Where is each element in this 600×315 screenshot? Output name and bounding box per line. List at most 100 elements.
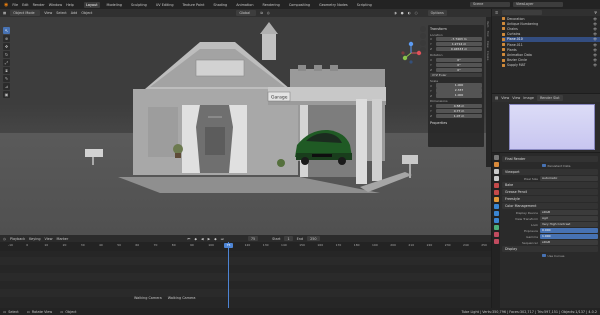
editor-type-icon[interactable]: ▦	[3, 11, 6, 15]
pixel-size-dropdown[interactable]: Automatic	[540, 176, 598, 181]
constraints-props-icon[interactable]	[493, 225, 499, 230]
rotation-z[interactable]: Z 0°	[430, 67, 482, 72]
final-render-panel[interactable]: Final Render	[502, 156, 598, 162]
tab-item[interactable]: Item	[486, 21, 490, 27]
snap-icon[interactable]: ⧉	[260, 11, 262, 15]
dimensions-y[interactable]: Y 0.77 m	[430, 108, 482, 114]
overlay-icon[interactable]: ◑	[394, 11, 397, 15]
outliner-editor-icon[interactable]: ☰	[495, 11, 498, 15]
rotation-mode-dropdown[interactable]: XYZ Euler	[430, 72, 482, 78]
add-menu[interactable]: Add	[71, 11, 78, 15]
scale-tool-icon[interactable]: ⤢	[3, 59, 10, 66]
playhead-frame[interactable]: 75	[224, 243, 233, 248]
rotation-y[interactable]: Y 0°	[430, 62, 482, 67]
view-layer-field[interactable]: ViewLayer	[513, 1, 563, 7]
jump-start-icon[interactable]: ⏮	[187, 237, 190, 241]
use-curves-checkbox[interactable]	[542, 253, 546, 258]
tab-compositing[interactable]: Compositing	[287, 2, 312, 8]
transform-header[interactable]: Transform	[430, 27, 482, 31]
outliner-item[interactable]: Supply MAT 👁	[502, 63, 600, 68]
visibility-eye-icon[interactable]: 👁	[593, 63, 597, 67]
dimensions-z-value[interactable]: 1.07 m	[436, 113, 482, 119]
object-menu[interactable]: Object	[81, 11, 92, 15]
scale-x[interactable]: X 1.000	[430, 83, 482, 88]
timeline-body[interactable]	[0, 251, 491, 308]
select-tool-icon[interactable]: ↖	[3, 27, 10, 34]
playhead[interactable]	[228, 242, 229, 308]
modifier-props-icon[interactable]	[493, 204, 499, 209]
marker-menu[interactable]: Marker	[57, 237, 69, 241]
scale-y-value[interactable]: 2.337	[436, 88, 482, 93]
freestyle-panel[interactable]: Freestyle	[502, 196, 598, 202]
location-z-value[interactable]: 0.94533 m	[436, 47, 482, 52]
material-props-icon[interactable]	[493, 232, 499, 237]
visibility-eye-icon[interactable]: 👁	[593, 17, 597, 21]
persistent-data-checkbox[interactable]	[542, 163, 546, 168]
outliner-search[interactable]	[502, 9, 543, 16]
zoom-icon[interactable]	[420, 26, 426, 32]
object-props-icon[interactable]	[493, 197, 499, 202]
scene-props-icon[interactable]	[493, 183, 499, 188]
tab-shading[interactable]: Shading	[211, 2, 229, 8]
scene-field[interactable]: Scene	[470, 1, 510, 7]
rotation-z-value[interactable]: 0°	[436, 67, 482, 72]
rotation-x-value[interactable]: 0°	[436, 57, 482, 62]
tab-tool[interactable]: Tool	[486, 31, 490, 36]
visibility-eye-icon[interactable]: 👁	[593, 43, 597, 47]
location-y-value[interactable]: 1.2714 m	[436, 42, 482, 47]
look-dropdown[interactable]: Very High Contrast	[540, 222, 598, 227]
annotate-tool-icon[interactable]: ✎	[3, 75, 10, 82]
cursor-tool-icon[interactable]: ⊕	[3, 35, 10, 42]
tab-rendering[interactable]: Rendering	[260, 2, 281, 8]
image-editor-icon[interactable]: ▧	[495, 96, 498, 100]
world-props-icon[interactable]	[493, 190, 499, 195]
location-x[interactable]: X -7.7403 m	[430, 37, 482, 42]
perspective-toggle-icon[interactable]	[420, 47, 426, 53]
jump-end-icon[interactable]: ⏭	[221, 237, 224, 241]
current-frame-field[interactable]: 75	[247, 235, 259, 242]
view-transform-dropdown[interactable]: AgX	[540, 216, 598, 221]
blender-logo-icon[interactable]: ◉	[4, 2, 8, 8]
next-key-icon[interactable]: ◆	[214, 237, 217, 241]
visibility-eye-icon[interactable]: 👁	[593, 22, 597, 26]
color-management-panel[interactable]: Color Management	[502, 203, 598, 209]
tab-uv-editing[interactable]: UV Editing	[154, 2, 176, 8]
marker-walking-camera-1[interactable]: Walking Camera	[134, 296, 162, 300]
menu-edit[interactable]: Edit	[22, 3, 29, 7]
exposure-field[interactable]: 0.000	[540, 228, 598, 233]
start-frame-field[interactable]: 1	[284, 235, 293, 242]
dimensions-z[interactable]: Z 1.07 m	[430, 113, 482, 119]
tab-modeling[interactable]: Modeling	[105, 2, 124, 8]
uv-menu-view-2[interactable]: View	[512, 96, 520, 100]
menu-help[interactable]: Help	[66, 3, 74, 7]
dimensions-x[interactable]: X 4.58 m	[430, 103, 482, 109]
display-panel[interactable]: Display	[502, 246, 598, 252]
measure-tool-icon[interactable]: ⊿	[3, 83, 10, 90]
play-reverse-icon[interactable]: ◀	[201, 237, 204, 241]
select-menu[interactable]: Select	[56, 11, 66, 15]
tab-geometry-nodes[interactable]: Geometry Nodes	[317, 2, 350, 8]
move-tool-icon[interactable]: ✥	[3, 43, 10, 50]
rotate-tool-icon[interactable]: ↻	[3, 51, 10, 58]
shading-solid-icon[interactable]: ●	[401, 11, 404, 15]
tab-view[interactable]: View	[486, 41, 490, 48]
pan-icon[interactable]	[420, 33, 426, 39]
visibility-eye-icon[interactable]: 👁	[593, 48, 597, 52]
gamma-field[interactable]: 1.000	[540, 234, 598, 239]
menu-window[interactable]: Window	[49, 3, 62, 7]
physics-props-icon[interactable]	[493, 218, 499, 223]
location-x-value[interactable]: -7.7403 m	[436, 37, 482, 42]
scale-z-value[interactable]: 1.000	[436, 93, 482, 98]
particles-props-icon[interactable]	[493, 211, 499, 216]
rotation-x[interactable]: X 0°	[430, 57, 482, 62]
3d-viewport[interactable]: Garage ↖ ⊕ ✥ ↻ ⤢ ⧈ ✎ ⊿ ▣	[0, 17, 491, 235]
timeline-editor-icon[interactable]: ◷	[3, 237, 6, 241]
playback-menu[interactable]: Playback	[10, 237, 25, 241]
tab-animation[interactable]: Animation	[234, 2, 255, 8]
shading-rendered-icon[interactable]: ○	[415, 11, 418, 15]
display-device-dropdown[interactable]: sRGB	[540, 210, 598, 215]
render-slot-dropdown[interactable]: Render Slot	[536, 95, 563, 101]
scale-z[interactable]: Z 1.000	[430, 93, 482, 98]
location-y[interactable]: Y 1.2714 m	[430, 42, 482, 47]
dimensions-y-value[interactable]: 0.77 m	[436, 108, 482, 114]
